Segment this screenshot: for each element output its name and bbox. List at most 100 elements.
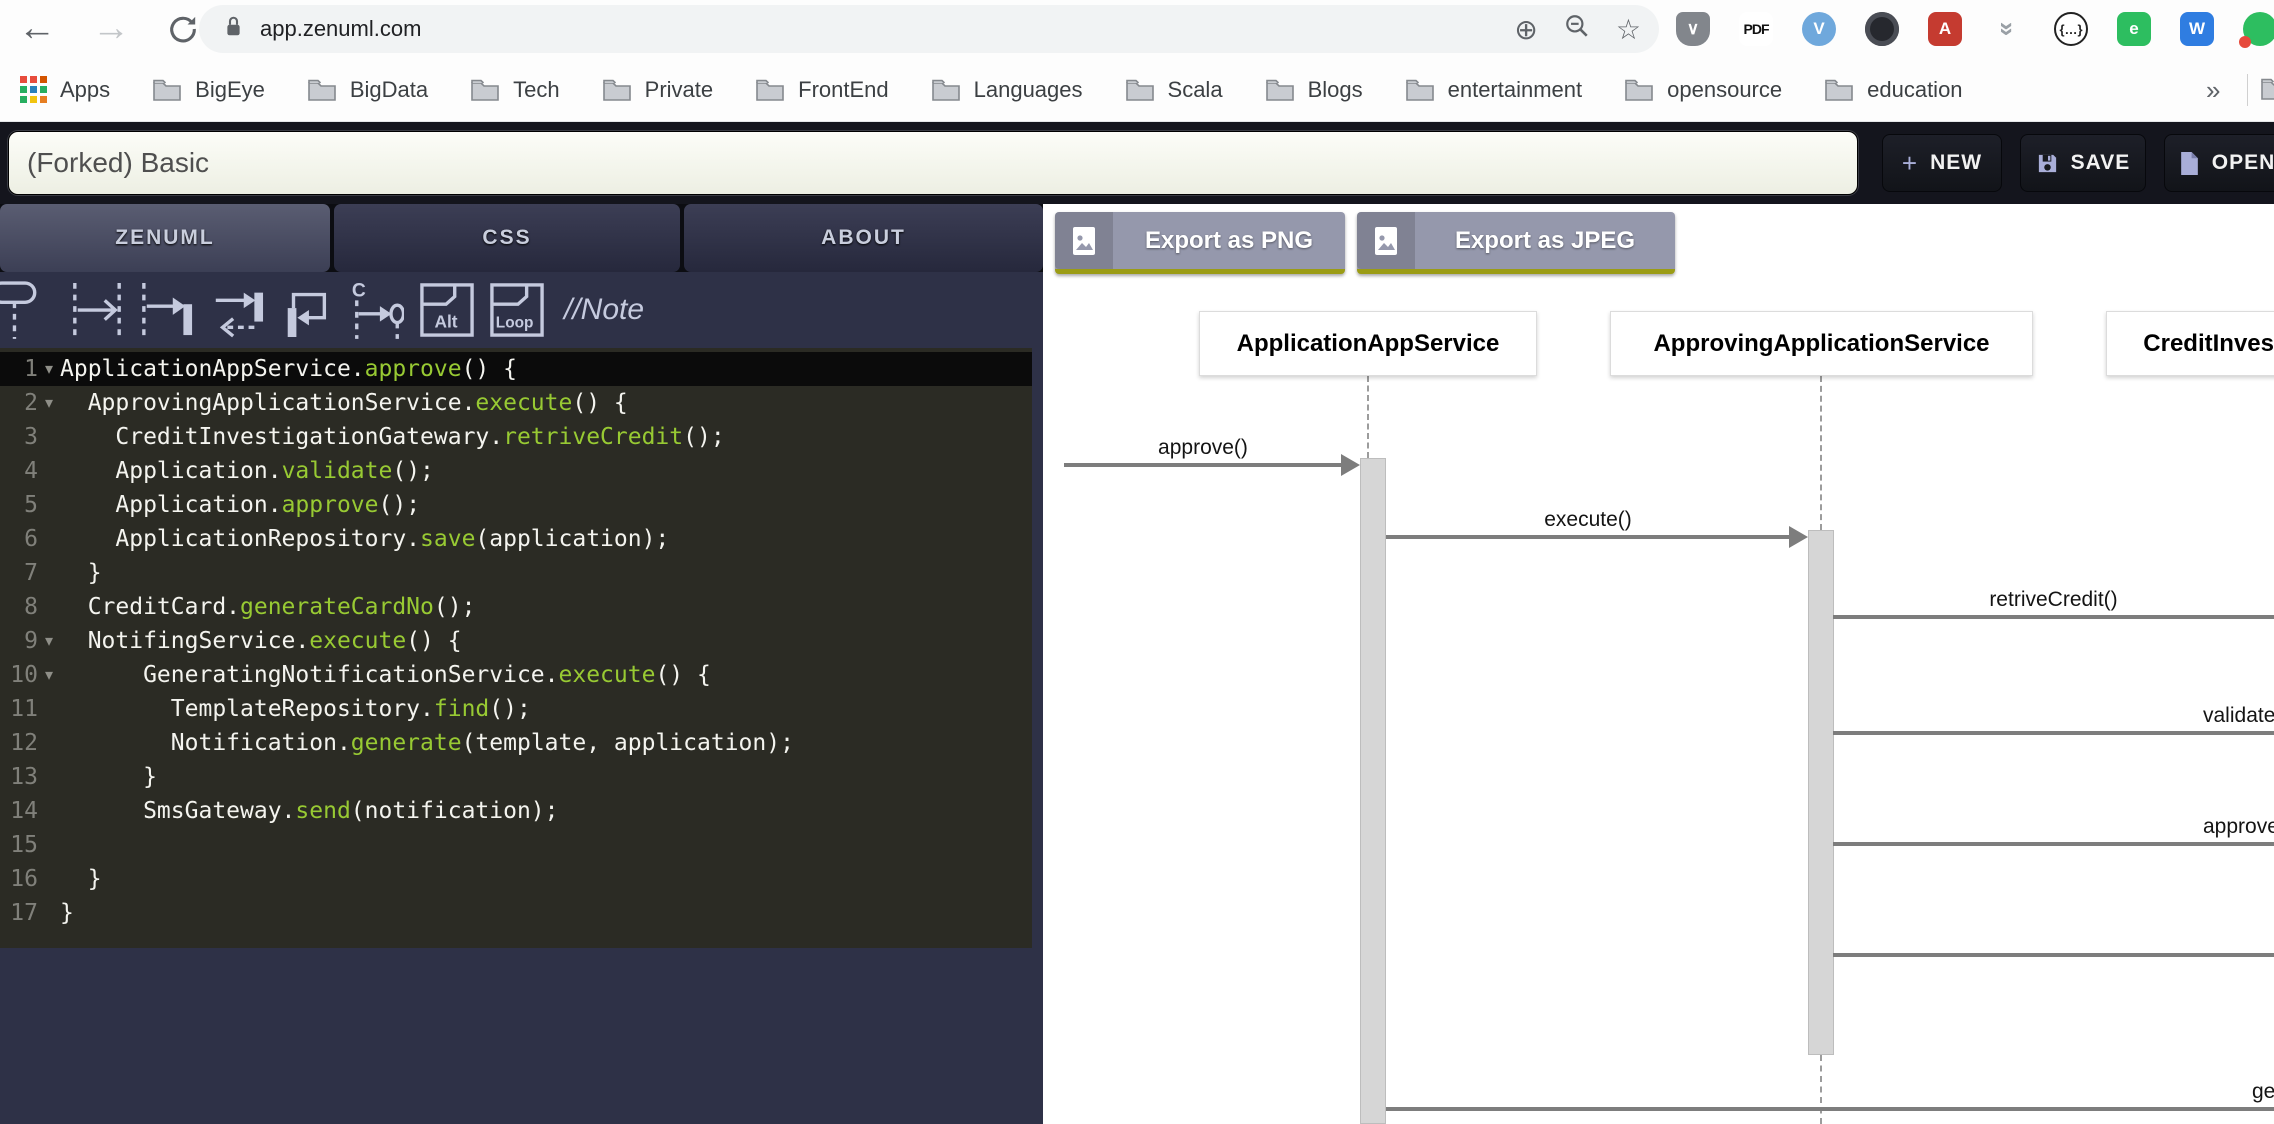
bookmark-folder[interactable]: BigEye	[152, 77, 265, 103]
bookmark-apps[interactable]: Apps	[20, 76, 110, 103]
code-line[interactable]: 15	[0, 828, 1032, 862]
extension-icons: ∨ PDF V A » {…} eW	[1676, 12, 2274, 46]
tab-css[interactable]: CSS	[334, 204, 680, 272]
loop-fragment-snippet-icon[interactable]: Loop	[490, 278, 544, 342]
bookmark-folder[interactable]: Languages	[931, 77, 1083, 103]
back-icon[interactable]: ←	[14, 2, 60, 54]
zoom-in-icon[interactable]: ⊕	[1514, 13, 1537, 46]
code-editor[interactable]: 1▾ApplicationAppService.approve() {2▾ Ap…	[0, 348, 1032, 948]
bookmark-star-icon[interactable]: ☆	[1616, 13, 1641, 46]
bookmark-folder[interactable]: BigData	[307, 77, 428, 103]
code-line[interactable]: 16 }	[0, 862, 1032, 896]
code-text: CreditCard.generateCardNo();	[60, 590, 1032, 624]
message-label: execute()	[1386, 508, 1790, 535]
lifeline	[1820, 376, 1822, 530]
sync-message-snippet-icon[interactable]	[140, 278, 194, 342]
code-line[interactable]: 17}	[0, 896, 1032, 930]
code-line[interactable]: 6 ApplicationRepository.save(application…	[0, 522, 1032, 556]
code-line[interactable]: 14 SmsGateway.send(notification);	[0, 794, 1032, 828]
code-line[interactable]: 9▾ NotifingService.execute() {	[0, 624, 1032, 658]
line-number: 16	[0, 862, 38, 896]
bookmark-folder[interactable]: opensource	[1624, 77, 1782, 103]
sync-return-snippet-icon[interactable]	[210, 278, 264, 342]
fold-spacer	[38, 522, 60, 556]
code-text	[60, 828, 1032, 862]
code-line[interactable]: 10▾ GeneratingNotificationService.execut…	[0, 658, 1032, 692]
code-line[interactable]: 13 }	[0, 760, 1032, 794]
zoom-out-icon[interactable]	[1564, 13, 1590, 46]
fold-arrow-icon[interactable]: ▾	[38, 624, 60, 658]
activation-bar	[1808, 530, 1834, 1055]
code-line[interactable]: 12 Notification.generate(template, appli…	[0, 726, 1032, 760]
code-line[interactable]: 8 CreditCard.generateCardNo();	[0, 590, 1032, 624]
export-jpeg-button[interactable]: Export as JPEG	[1357, 212, 1675, 274]
bookmark-label: Scala	[1168, 77, 1223, 103]
pocket-extension-icon[interactable]: ∨	[1676, 12, 1710, 46]
bookmark-folder[interactable]: Scala	[1125, 77, 1223, 103]
braces-extension-icon[interactable]: {…}	[2054, 12, 2088, 46]
fold-arrow-icon[interactable]: ▾	[38, 386, 60, 420]
pdf-extension-icon[interactable]: PDF	[1739, 12, 1773, 46]
participant-box: ApprovingApplicationService	[1610, 311, 2033, 376]
code-line[interactable]: 5 Application.approve();	[0, 488, 1032, 522]
export-png-button[interactable]: Export as PNG	[1055, 212, 1345, 274]
bookmarks-overflow-icon[interactable]: »	[2206, 58, 2220, 122]
bookmark-folder[interactable]: education	[1824, 77, 1962, 103]
word-w-extension-icon[interactable]: W	[2180, 12, 2214, 46]
bookmark-folder[interactable]: Blogs	[1265, 77, 1363, 103]
async-message-snippet-icon[interactable]	[70, 278, 124, 342]
code-text: }	[60, 896, 1032, 930]
code-text: ApprovingApplicationService.execute() {	[60, 386, 1032, 420]
forward-icon[interactable]: →	[88, 2, 134, 54]
fold-arrow-icon[interactable]: ▾	[38, 352, 60, 386]
create-message-snippet-icon[interactable]: C	[350, 278, 404, 342]
vimium-extension-icon[interactable]: V	[1802, 12, 1836, 46]
evernote-extension-icon[interactable]: e	[2117, 12, 2151, 46]
fold-arrow-icon[interactable]: ▾	[38, 658, 60, 692]
message-label: validate()	[2203, 704, 2274, 731]
participant-box: ApplicationAppService	[1199, 311, 1537, 376]
bookmark-label: opensource	[1667, 77, 1782, 103]
code-text: }	[60, 556, 1032, 590]
address-bar[interactable]: app.zenuml.com ⊕ ☆	[199, 5, 1659, 53]
bookmark-folder[interactable]: entertainment	[1405, 77, 1583, 103]
bookmark-label: Languages	[974, 77, 1083, 103]
folder-icon[interactable]	[2260, 76, 2274, 106]
note-snippet-button[interactable]: //Note	[564, 293, 644, 327]
bookmark-folder[interactable]: Private	[602, 77, 713, 103]
folder-icon	[307, 77, 337, 102]
bookmark-label: Tech	[513, 77, 559, 103]
code-line[interactable]: 3 CreditInvestigationGatewary.retriveCre…	[0, 420, 1032, 454]
alt-fragment-snippet-icon[interactable]: Alt	[420, 278, 474, 342]
folder-icon	[1624, 77, 1654, 102]
code-line[interactable]: 11 TemplateRepository.find();	[0, 692, 1032, 726]
red-book-extension-icon[interactable]: A	[1928, 12, 1962, 46]
participant-snippet-icon[interactable]	[0, 278, 54, 342]
fold-spacer	[38, 794, 60, 828]
line-number: 5	[0, 488, 38, 522]
code-line[interactable]: 1▾ApplicationAppService.approve() {	[0, 352, 1032, 386]
tab-zenuml[interactable]: ZENUML	[0, 204, 330, 272]
save-button[interactable]: SAVE	[2020, 134, 2146, 192]
code-line[interactable]: 4 Application.validate();	[0, 454, 1032, 488]
camera-lens-extension-icon[interactable]	[1865, 12, 1899, 46]
fold-spacer	[38, 828, 60, 862]
bookmark-folder[interactable]: FrontEnd	[755, 77, 889, 103]
self-message-snippet-icon[interactable]	[280, 278, 334, 342]
folder-icon	[470, 77, 500, 102]
fold-spacer	[38, 420, 60, 454]
apps-grid-icon	[20, 76, 47, 103]
new-button[interactable]: + NEW	[1882, 134, 2002, 192]
code-line[interactable]: 2▾ ApprovingApplicationService.execute()…	[0, 386, 1032, 420]
line-number: 13	[0, 760, 38, 794]
folder-icon	[931, 77, 961, 102]
bookmark-folder[interactable]: Tech	[470, 77, 559, 103]
folder-icon	[602, 77, 632, 102]
diagram-title-input[interactable]	[8, 131, 1858, 195]
tab-about[interactable]: ABOUT	[684, 204, 1043, 272]
open-button[interactable]: OPEN	[2164, 134, 2274, 192]
green-dot-extension-icon[interactable]	[2243, 12, 2274, 46]
file-icon	[2179, 151, 2200, 176]
code-line[interactable]: 7 }	[0, 556, 1032, 590]
double-chevron-extension-icon[interactable]: »	[1991, 12, 2025, 46]
